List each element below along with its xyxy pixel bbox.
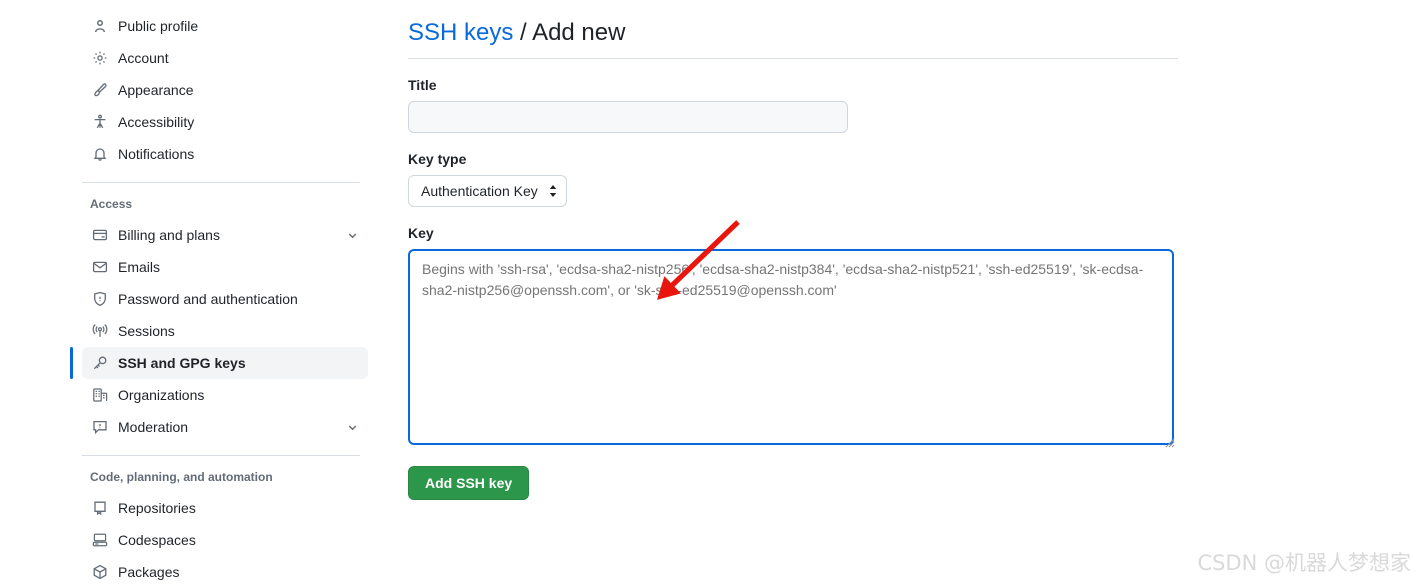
breadcrumb-ssh-keys-link[interactable]: SSH keys bbox=[408, 19, 513, 46]
key-icon bbox=[92, 355, 108, 371]
organization-icon bbox=[92, 387, 108, 403]
sidebar-item-emails[interactable]: Emails bbox=[82, 251, 368, 283]
mail-icon bbox=[92, 259, 108, 275]
add-ssh-key-button[interactable]: Add SSH key bbox=[408, 466, 530, 500]
key-type-label: Key type bbox=[408, 151, 467, 167]
sidebar-group-heading: Access bbox=[90, 197, 133, 211]
report-icon bbox=[92, 419, 108, 435]
breadcrumb-separator: / bbox=[520, 19, 527, 46]
key-type-field-group: Key type Authentication Key bbox=[408, 149, 1178, 207]
sidebar-item-label: Moderation bbox=[118, 419, 189, 435]
sidebar-item-account[interactable]: Account bbox=[82, 42, 368, 74]
sidebar-item-label: Sessions bbox=[118, 323, 175, 339]
sidebar-item-repositories[interactable]: Repositories bbox=[82, 492, 368, 524]
chevron-down-icon[interactable] bbox=[344, 419, 360, 435]
title-field-group: Title bbox=[408, 75, 1178, 133]
sidebar-item-label: Organizations bbox=[118, 387, 205, 403]
sidebar-group: Public profile Account Appearance Accessibi… bbox=[80, 10, 368, 170]
sidebar-item-appearance[interactable]: Appearance bbox=[82, 74, 368, 106]
paintbrush-icon bbox=[92, 82, 108, 98]
sidebar-group: Code, planning, and automation Repositori… bbox=[80, 468, 368, 585]
sidebar-item-ssh-and-gpg-keys[interactable]: SSH and GPG keys bbox=[70, 347, 368, 379]
sidebar-item-label: Accessibility bbox=[118, 114, 195, 130]
sidebar-item-notifications[interactable]: Notifications bbox=[82, 138, 368, 170]
sidebar-item-password-and-authentication[interactable]: Password and authentication bbox=[82, 283, 368, 315]
sidebar-item-organizations[interactable]: Organizations bbox=[82, 379, 368, 411]
sidebar-item-public-profile[interactable]: Public profile bbox=[82, 10, 368, 42]
sidebar-item-moderation[interactable]: Moderation bbox=[82, 411, 368, 443]
gear-icon bbox=[92, 50, 108, 66]
sidebar-item-label: Repositories bbox=[118, 500, 196, 516]
sidebar-item-label: Codespaces bbox=[118, 532, 196, 548]
broadcast-icon bbox=[92, 323, 108, 339]
accessibility-icon bbox=[92, 114, 108, 130]
sidebar-divider bbox=[82, 182, 360, 183]
repo-icon bbox=[92, 500, 108, 516]
sidebar-item-label: Notifications bbox=[118, 146, 195, 162]
key-field-group: Key bbox=[408, 223, 1178, 450]
title-input[interactable] bbox=[408, 101, 848, 133]
sort-updown-icon bbox=[548, 184, 558, 198]
sidebar-item-label: Password and authentication bbox=[118, 291, 298, 307]
sidebar-item-label: Packages bbox=[118, 564, 180, 580]
shield-icon bbox=[92, 291, 108, 307]
watermark-text: CSDN @机器人梦想家 bbox=[1197, 551, 1411, 575]
key-type-select[interactable]: Authentication Key bbox=[408, 175, 567, 207]
codespaces-icon bbox=[92, 532, 108, 548]
sidebar-group: Access Billing and plans Emails Password an… bbox=[70, 195, 368, 443]
bell-icon bbox=[92, 146, 108, 162]
sidebar-item-label: Emails bbox=[118, 259, 161, 275]
sidebar-item-billing-and-plans[interactable]: Billing and plans bbox=[82, 219, 368, 251]
sidebar-group-heading: Code, planning, and automation bbox=[90, 470, 273, 484]
settings-sidebar: Public profile Account Appearance Accessibi… bbox=[70, 0, 368, 585]
settings-page: Public profile Account Appearance Accessibi… bbox=[0, 0, 1425, 585]
key-type-selected-value: Authentication Key bbox=[421, 183, 538, 199]
sidebar-item-sessions[interactable]: Sessions bbox=[82, 315, 368, 347]
credit-card-icon bbox=[92, 227, 108, 243]
key-textarea[interactable] bbox=[408, 249, 1174, 445]
chevron-down-icon[interactable] bbox=[344, 227, 360, 243]
key-label: Key bbox=[408, 225, 434, 241]
main-content: SSH keys / Add new Title Key type Authen… bbox=[408, 0, 1178, 500]
sidebar-item-accessibility[interactable]: Accessibility bbox=[82, 106, 368, 138]
sidebar-item-label: Billing and plans bbox=[118, 227, 220, 243]
sidebar-item-label: SSH and GPG keys bbox=[118, 355, 246, 371]
page-title: SSH keys / Add new bbox=[408, 16, 1178, 59]
sidebar-item-label: Account bbox=[118, 50, 169, 66]
package-icon bbox=[92, 564, 108, 580]
sidebar-divider bbox=[82, 455, 360, 456]
breadcrumb-current: Add new bbox=[532, 19, 626, 46]
title-label: Title bbox=[408, 77, 437, 93]
sidebar-item-packages[interactable]: Packages bbox=[82, 556, 368, 585]
sidebar-item-codespaces[interactable]: Codespaces bbox=[82, 524, 368, 556]
sidebar-item-label: Public profile bbox=[118, 18, 199, 34]
person-icon bbox=[92, 18, 108, 34]
sidebar-item-label: Appearance bbox=[118, 82, 194, 98]
